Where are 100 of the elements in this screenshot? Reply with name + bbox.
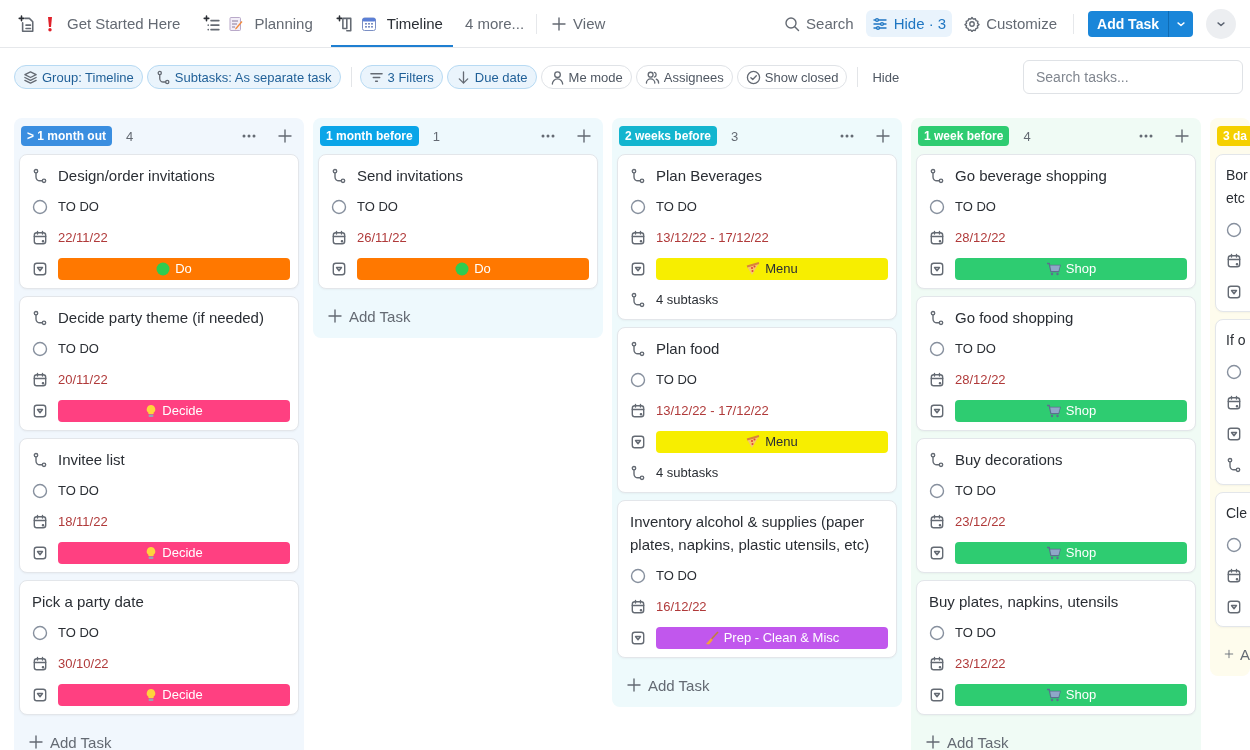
search-icon xyxy=(784,15,801,32)
check-circle-icon xyxy=(745,69,761,85)
calendar-icon xyxy=(630,402,646,419)
search-button[interactable]: Search xyxy=(778,10,860,37)
filter-chip[interactable]: Subtasks: As separate task xyxy=(146,65,341,89)
calendar-icon xyxy=(1226,252,1242,269)
task-title[interactable]: Send invitations xyxy=(357,160,463,191)
due-date: 28/12/22 xyxy=(955,372,1006,387)
status-circle-icon xyxy=(32,198,48,215)
dropdown-field-icon xyxy=(929,402,945,419)
customize-button[interactable]: Customize xyxy=(958,10,1063,37)
task-count: 4 xyxy=(1023,128,1031,144)
task-title[interactable]: Buy plates, napkins, utensils xyxy=(929,586,1119,617)
calendar-icon xyxy=(32,655,48,672)
view-tab[interactable]: Timeline xyxy=(330,0,453,47)
status-label: TO DO xyxy=(656,568,697,583)
calendar-icon xyxy=(929,655,945,672)
subtasks-count[interactable]: 4 subtasks xyxy=(656,292,719,307)
due-date: 20/11/22 xyxy=(58,372,108,387)
subtask-icon xyxy=(331,167,347,184)
category-tag[interactable]: Menu xyxy=(656,257,888,280)
layers-icon xyxy=(23,69,38,85)
task-title[interactable]: Invitee list xyxy=(58,444,125,475)
category-tag[interactable]: Prep - Clean & Misc xyxy=(656,626,888,649)
subtask-icon xyxy=(630,464,646,481)
view-tab[interactable]: Planning xyxy=(202,0,323,47)
status-circle-icon xyxy=(32,340,48,357)
calendar-icon xyxy=(1226,394,1242,411)
pin-board-icon xyxy=(334,14,353,33)
calendar-icon xyxy=(929,513,945,530)
filter-chip[interactable]: Group: Timeline xyxy=(14,65,143,89)
task-title[interactable]: Inventory alcohol & supplies (paper plates, napkins, plastic utensils, etc) xyxy=(630,506,888,560)
task-title[interactable]: Buy decorations xyxy=(955,444,1063,475)
category-tag[interactable]: Decide xyxy=(58,399,290,422)
due-date: 18/11/22 xyxy=(58,514,108,529)
task-title[interactable]: Decide party theme (if needed) xyxy=(58,302,264,333)
add-task-button[interactable]: A xyxy=(1215,634,1250,674)
view-tab[interactable]: Get Started Here xyxy=(17,0,191,47)
calendar-icon xyxy=(929,371,945,388)
status-label: TO DO xyxy=(58,199,99,214)
task-title[interactable]: Design/order invitations xyxy=(58,160,215,191)
dropdown-field-icon xyxy=(1226,598,1242,615)
add-view-button[interactable]: View xyxy=(551,15,606,32)
calendar-icon xyxy=(360,15,377,32)
calendar-icon xyxy=(32,229,48,246)
subtask-icon xyxy=(630,167,646,184)
light-bulb-icon xyxy=(145,545,158,560)
task-title[interactable]: Go food shopping xyxy=(955,302,1074,333)
due-date: 13/12/22 - 17/12/22 xyxy=(656,403,769,418)
category-tag[interactable]: Decide xyxy=(58,541,290,564)
cart-icon xyxy=(1045,545,1061,560)
due-date: 13/12/22 - 17/12/22 xyxy=(656,230,769,245)
add-task-button[interactable]: Add Task xyxy=(916,722,1196,750)
person-icon xyxy=(549,69,565,85)
task-title[interactable]: Pick a party date xyxy=(32,586,144,617)
pizza-icon xyxy=(746,434,761,449)
status-circle-icon xyxy=(929,624,945,641)
add-task-button[interactable]: Add Task xyxy=(19,722,299,750)
status-label: TO DO xyxy=(357,199,398,214)
subtask-icon xyxy=(630,291,646,308)
subtask-icon xyxy=(630,340,646,357)
light-bulb-icon xyxy=(145,687,158,702)
task-title[interactable]: Plan food xyxy=(656,333,720,364)
subtask-icon xyxy=(32,451,48,468)
filter-chip[interactable]: Due date xyxy=(446,65,537,89)
task-title[interactable]: If o xyxy=(1226,325,1246,356)
dropdown-field-icon xyxy=(1226,283,1242,300)
plus-icon xyxy=(576,128,592,144)
status-circle-icon xyxy=(1226,363,1242,380)
task-title[interactable]: Plan Beverages xyxy=(656,160,762,191)
plus-icon xyxy=(925,734,941,750)
plus-icon xyxy=(277,128,293,144)
calendar-icon xyxy=(331,229,347,246)
more-tabs-link[interactable]: 4 more... xyxy=(464,15,525,32)
task-title[interactable]: Cle xyxy=(1226,498,1247,529)
category-tag[interactable]: Decide xyxy=(58,683,290,706)
search-tasks-field[interactable]: Search tasks... xyxy=(1023,60,1243,94)
filter-chip[interactable]: 3 Filters xyxy=(359,65,443,89)
cart-icon xyxy=(1045,261,1061,276)
plus-icon xyxy=(28,734,44,750)
due-date: 22/11/22 xyxy=(58,230,108,245)
subtasks-count[interactable]: 4 subtasks xyxy=(656,465,719,480)
status-circle-icon xyxy=(1226,221,1242,238)
add-task-button[interactable]: Add Task xyxy=(318,296,598,336)
dropdown-field-icon xyxy=(32,544,48,561)
plus-icon xyxy=(875,128,891,144)
dropdown-field-icon xyxy=(929,544,945,561)
group-label: 1 month before xyxy=(320,126,419,146)
calendar-icon xyxy=(1226,567,1242,584)
hide-button[interactable]: Hide · 3 xyxy=(865,10,953,37)
hide-link[interactable]: Hide xyxy=(872,69,900,85)
add-task-button[interactable]: Add Task xyxy=(617,665,897,705)
dropdown-field-icon xyxy=(32,402,48,419)
plus-icon xyxy=(1174,128,1190,144)
task-title[interactable]: Go beverage shopping xyxy=(955,160,1107,191)
dropdown-field-icon xyxy=(929,260,945,277)
subtask-icon xyxy=(929,451,945,468)
task-count: 1 xyxy=(432,128,440,144)
calendar-icon xyxy=(929,229,945,246)
category-tag[interactable]: Menu xyxy=(656,430,888,453)
